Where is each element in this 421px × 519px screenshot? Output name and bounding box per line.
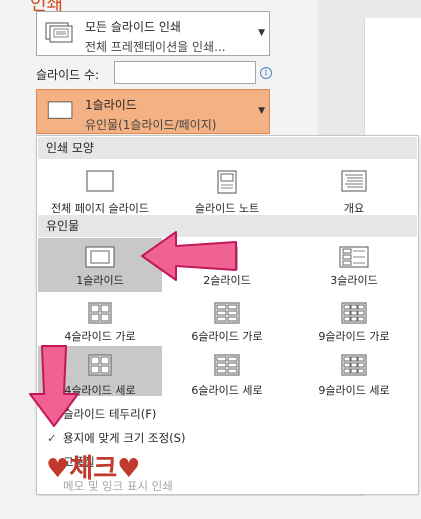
handout-option-label: 9슬라이드 가로 bbox=[318, 330, 390, 343]
option-notes-pages[interactable]: 슬라이드 노트 bbox=[165, 162, 289, 220]
handout-option[interactable]: 9슬라이드 가로 bbox=[292, 294, 416, 348]
print-range-dropdown[interactable]: 모든 슬라이드 인쇄 전체 프레젠테이션을 인쇄... ▼ bbox=[36, 11, 270, 56]
print-layout-menu: 인쇄 모양 전체 페이지 슬라이드 슬라이드 노트 개요 유인물 1슬라이드 2슬… bbox=[36, 135, 419, 495]
annotation-check-text: ♥체크♥ bbox=[46, 454, 141, 484]
option-full-page-slides[interactable]: 전체 페이지 슬라이드 bbox=[38, 162, 162, 220]
nine-slides-vertical-icon bbox=[341, 354, 367, 379]
four-slides-vertical-icon bbox=[88, 354, 112, 379]
option-scale-to-fit[interactable]: ✓ 용지에 맞게 크기 조정(S) bbox=[47, 430, 185, 446]
handout-option[interactable]: 6슬라이드 세로 bbox=[165, 346, 289, 397]
slides-stack-icon bbox=[45, 22, 73, 43]
handout-option[interactable]: 6슬라이드 가로 bbox=[165, 294, 289, 348]
notes-page-icon bbox=[217, 170, 237, 194]
option-label: 개요 bbox=[343, 202, 365, 215]
handout-option-label: 4슬라이드 가로 bbox=[64, 330, 136, 343]
handout-option[interactable]: 3슬라이드 bbox=[292, 238, 416, 292]
four-slides-horizontal-icon bbox=[88, 302, 112, 327]
one-slide-icon bbox=[85, 246, 115, 271]
handout-option-label: 6슬라이드 가로 bbox=[191, 330, 263, 343]
three-slides-icon bbox=[339, 246, 369, 271]
bottom-strip bbox=[0, 496, 421, 519]
full-slide-icon bbox=[86, 170, 114, 192]
handout-option[interactable]: 4슬라이드 가로 bbox=[38, 294, 162, 348]
six-slides-vertical-icon bbox=[214, 354, 240, 379]
annotation-arrow-down bbox=[29, 345, 79, 427]
nine-slides-horizontal-icon bbox=[341, 302, 367, 327]
single-slide-icon bbox=[47, 101, 73, 119]
annotation-arrow-left bbox=[141, 231, 237, 281]
handout-option[interactable]: 9슬라이드 세로 bbox=[292, 346, 416, 397]
print-layout-title: 1슬라이드 bbox=[85, 98, 137, 112]
six-slides-horizontal-icon bbox=[214, 302, 240, 327]
chevron-down-icon: ▼ bbox=[258, 28, 265, 38]
print-layout-dropdown[interactable]: 1슬라이드 유인물(1슬라이드/페이지) ▼ bbox=[36, 89, 270, 134]
outline-icon bbox=[341, 170, 367, 192]
handout-option-label: 3슬라이드 bbox=[330, 274, 378, 287]
chevron-down-icon: ▼ bbox=[258, 106, 265, 116]
handout-option-label: 6슬라이드 세로 bbox=[191, 384, 263, 397]
option-label: 슬라이드 노트 bbox=[194, 202, 260, 215]
handout-option-label: 9슬라이드 세로 bbox=[318, 384, 390, 397]
option-outline[interactable]: 개요 bbox=[292, 162, 416, 220]
info-icon[interactable]: i bbox=[260, 67, 272, 79]
slides-count-input[interactable] bbox=[114, 61, 256, 84]
check-icon: ✓ bbox=[47, 431, 57, 445]
print-range-title: 모든 슬라이드 인쇄 bbox=[85, 20, 181, 34]
option-label: 전체 페이지 슬라이드 bbox=[50, 202, 150, 215]
slides-count-label: 슬라이드 수: bbox=[36, 68, 100, 82]
print-layout-subtitle: 유인물(1슬라이드/페이지) bbox=[85, 118, 217, 132]
print-range-subtitle: 전체 프레젠테이션을 인쇄... bbox=[85, 40, 226, 54]
section-print-layout: 인쇄 모양 bbox=[38, 137, 417, 159]
